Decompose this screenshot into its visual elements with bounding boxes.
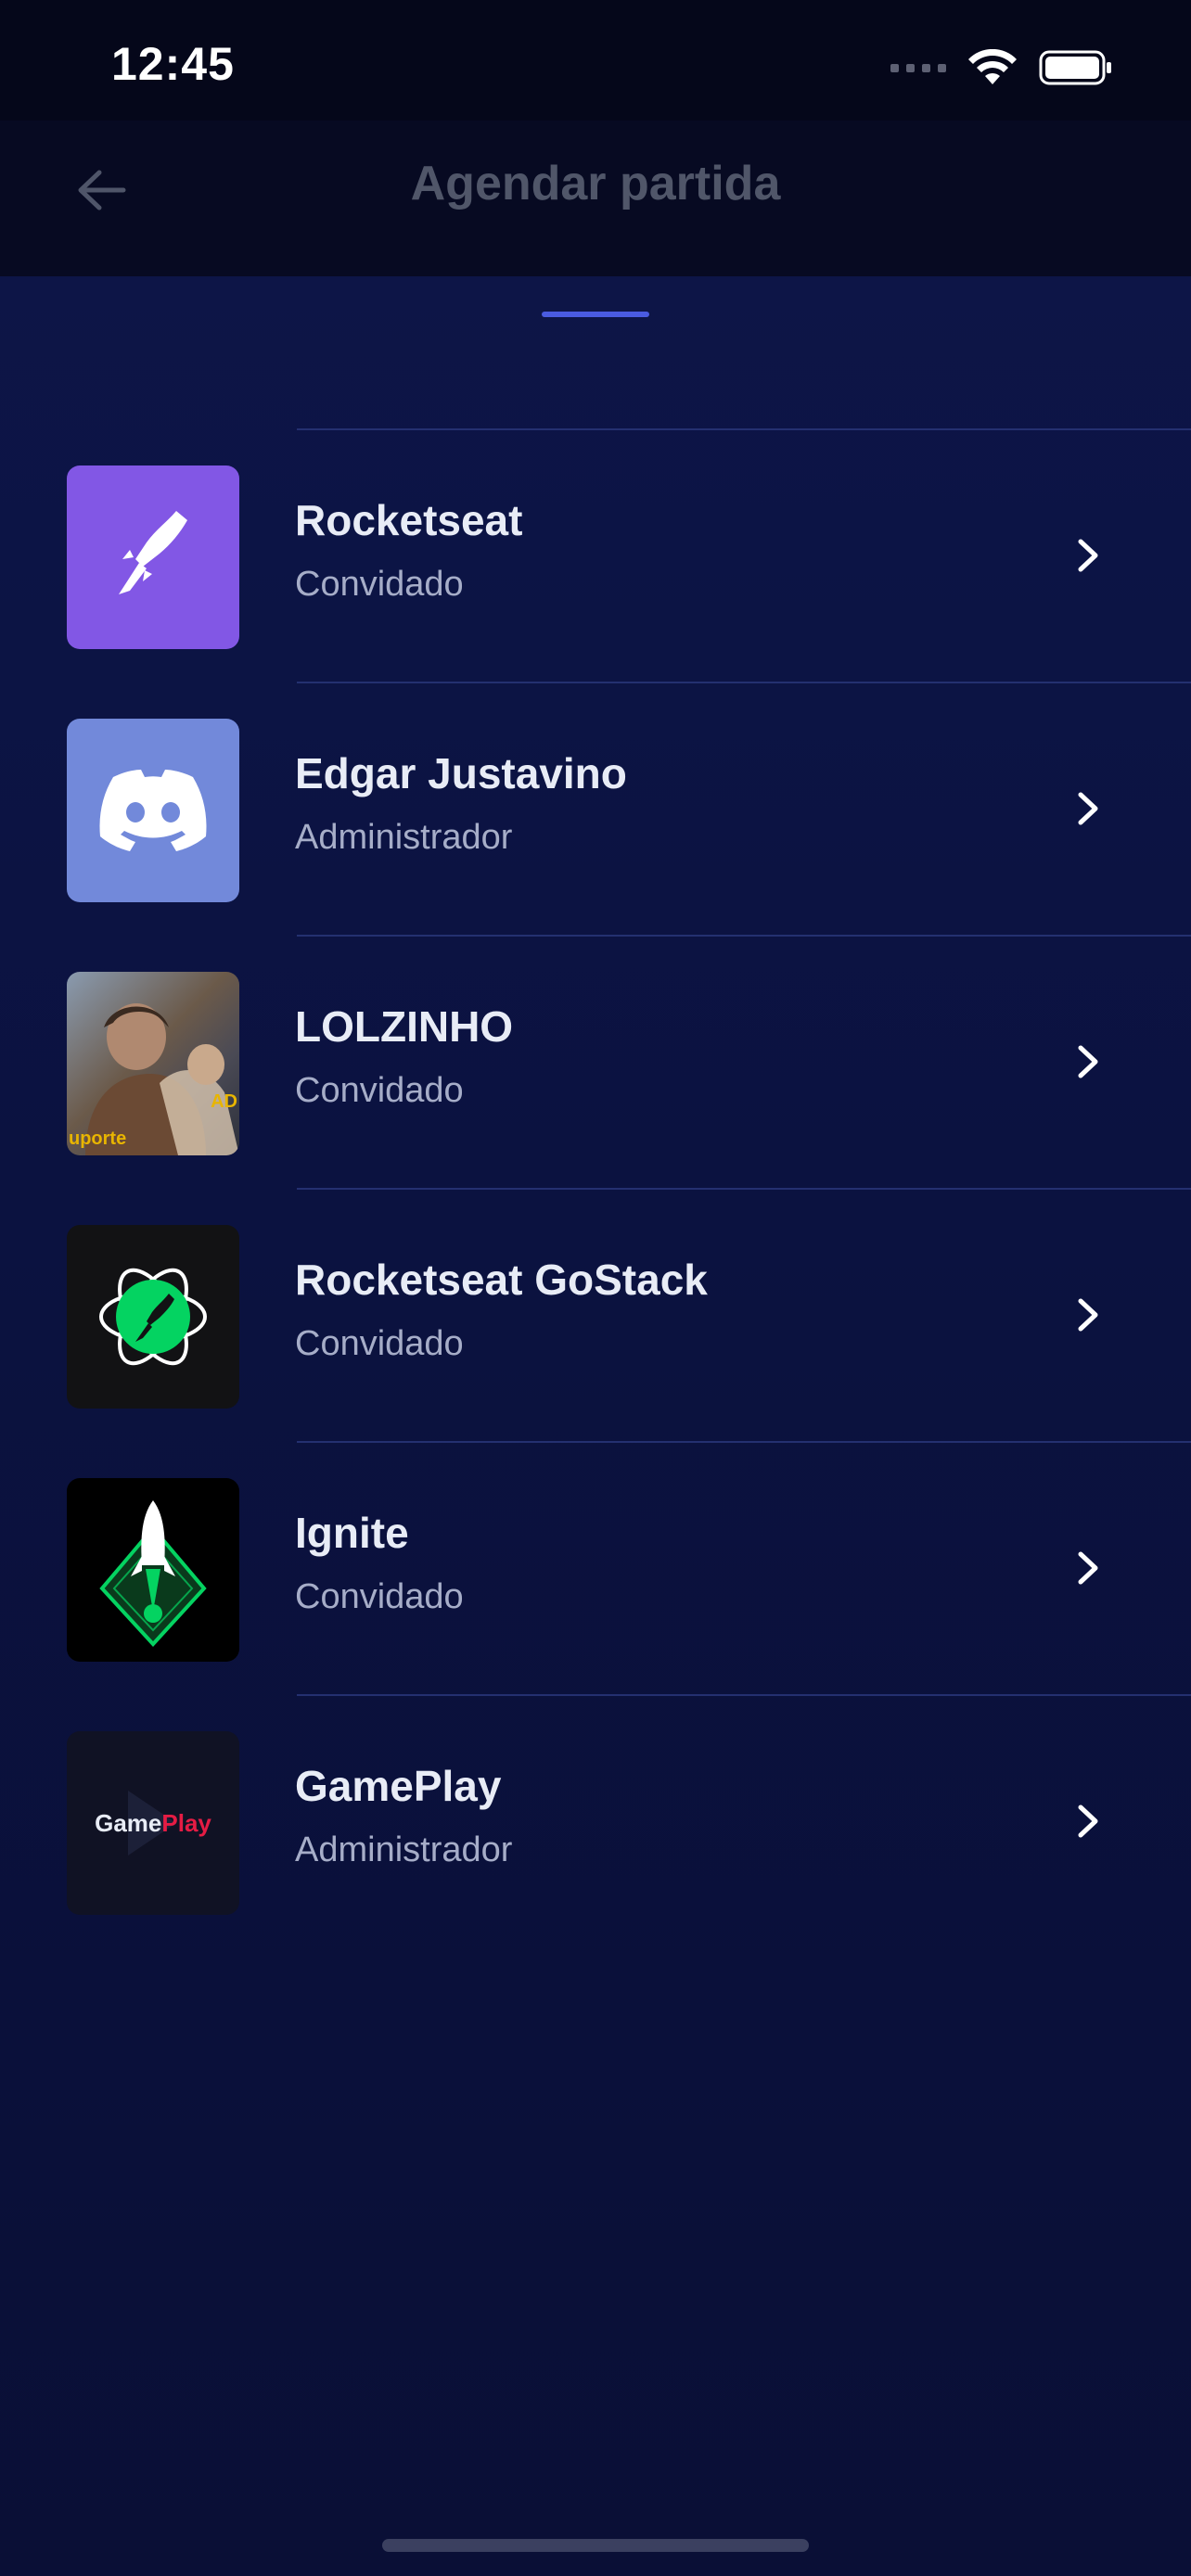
gostack-logo-icon (67, 1225, 239, 1409)
battery-icon (1039, 50, 1111, 85)
game-art-image-icon: uporte AD (67, 972, 239, 1155)
server-name: GamePlay (295, 1762, 502, 1810)
ignite-logo-icon (67, 1478, 239, 1662)
status-time: 12:45 (111, 38, 235, 90)
list-item[interactable]: Ignite Convidado (0, 1443, 1191, 1694)
server-name: Ignite (295, 1509, 409, 1557)
gameplay-logo-icon: GamePlay (67, 1731, 239, 1915)
cellular-signal-icon (890, 63, 946, 72)
list-item[interactable]: Edgar Justavino Administrador (0, 683, 1191, 935)
discord-logo-icon (67, 719, 239, 902)
server-role: Convidado (295, 565, 464, 604)
chevron-right-icon (1078, 539, 1098, 572)
chevron-right-icon (1078, 1298, 1098, 1332)
server-name: Edgar Justavino (295, 749, 627, 797)
server-name: LOLZINHO (295, 1002, 514, 1051)
sheet-drag-handle[interactable] (542, 312, 649, 317)
image-caption-right: AD (211, 1091, 237, 1112)
list-item[interactable]: GamePlay GamePlay Administrador (0, 1696, 1191, 1947)
chevron-right-icon (1078, 1045, 1098, 1078)
server-role: Convidado (295, 1071, 464, 1110)
header: Agendar partida (0, 121, 1191, 276)
chevron-right-icon (1078, 1804, 1098, 1838)
status-icons (890, 46, 1113, 89)
server-role: Convidado (295, 1324, 464, 1363)
server-role: Administrador (295, 818, 513, 857)
page-title: Agendar partida (410, 157, 781, 210)
gameplay-logo-text-game: Game (95, 1808, 162, 1837)
server-role: Convidado (295, 1577, 464, 1616)
rocketseat-logo-icon (67, 465, 239, 649)
wifi-icon (968, 49, 1017, 84)
list-item[interactable]: uporte AD LOLZINHO Convidado (0, 937, 1191, 1188)
server-name: Rocketseat GoStack (295, 1256, 708, 1304)
chevron-right-icon (1078, 792, 1098, 825)
status-bar: 12:45 (0, 0, 1191, 139)
list-item[interactable]: Rocketseat Convidado (0, 430, 1191, 682)
server-list: Rocketseat Convidado Edgar Justavino Adm… (0, 428, 1191, 1947)
home-indicator[interactable] (382, 2539, 809, 2552)
chevron-right-icon (1078, 1551, 1098, 1585)
list-item[interactable]: Rocketseat GoStack Convidado (0, 1190, 1191, 1441)
image-caption-left: uporte (69, 1129, 127, 1149)
gameplay-logo-text-play: Play (161, 1808, 211, 1837)
server-role: Administrador (295, 1830, 513, 1869)
server-name: Rocketseat (295, 496, 523, 544)
